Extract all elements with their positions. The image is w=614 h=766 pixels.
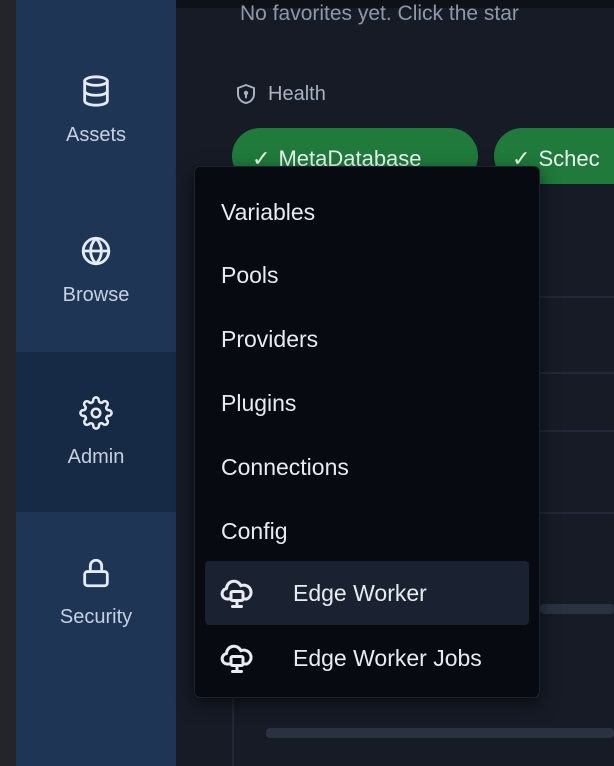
health-heading: Health <box>234 82 326 106</box>
database-icon <box>83 74 109 107</box>
menu-item-connections[interactable]: Connections <box>205 436 529 498</box>
menu-item-label: Config <box>221 517 288 544</box>
bg-divider <box>540 430 614 432</box>
sidebar-item-label: Assets <box>65 123 127 146</box>
menu-item-label: Providers <box>221 325 319 352</box>
sidebar-item-browse[interactable]: Browse <box>16 190 176 350</box>
lock-icon <box>83 558 109 587</box>
edge-worker-jobs-icon <box>220 644 253 673</box>
sidebar-item-security[interactable]: Security <box>16 512 176 672</box>
menu-item-label: Plugins <box>221 389 297 416</box>
menu-item-edge-worker[interactable]: Edge Worker <box>205 561 529 625</box>
menu-item-providers[interactable]: Providers <box>205 308 529 370</box>
health-heading-label: Health <box>268 82 326 105</box>
menu-item-pools[interactable]: Pools <box>205 244 529 306</box>
sidebar-item-assets[interactable]: Assets <box>16 30 176 190</box>
bg-divider <box>540 296 614 298</box>
gear-icon <box>79 395 113 430</box>
sidebar-item-label: Browse <box>62 283 130 306</box>
admin-menu: Variables Pools Providers Plugins Connec… <box>194 166 540 698</box>
sidebar-item-admin[interactable]: Admin <box>16 352 176 512</box>
menu-item-variables[interactable]: Variables <box>205 181 529 243</box>
bg-bar <box>266 728 614 738</box>
window-edge <box>0 0 16 766</box>
edge-worker-icon <box>220 579 253 608</box>
menu-item-config[interactable]: Config <box>205 500 529 562</box>
menu-item-label: Edge Worker <box>293 579 427 606</box>
bg-bar <box>540 604 614 614</box>
sidebar: Assets Browse Admin Security <box>16 0 176 766</box>
bg-divider <box>540 372 614 374</box>
menu-item-label: Pools <box>221 261 279 288</box>
sidebar-item-label: Security <box>59 605 133 628</box>
menu-item-plugins[interactable]: Plugins <box>205 372 529 434</box>
menu-item-edge-worker-jobs[interactable]: Edge Worker Jobs <box>205 627 529 689</box>
menu-item-label: Connections <box>221 453 349 480</box>
app-screen: Assets Browse Admin Security No favorite… <box>0 0 614 766</box>
globe-icon <box>81 236 111 265</box>
health-chip-label: Schec <box>538 146 600 171</box>
sidebar-item-label: Admin <box>67 445 125 468</box>
menu-item-label: Variables <box>221 198 316 225</box>
favorites-empty-text: No favorites yet. Click the star <box>240 2 519 25</box>
bg-divider <box>540 512 614 514</box>
menu-item-label: Edge Worker Jobs <box>293 644 482 671</box>
shield-icon <box>237 84 255 104</box>
